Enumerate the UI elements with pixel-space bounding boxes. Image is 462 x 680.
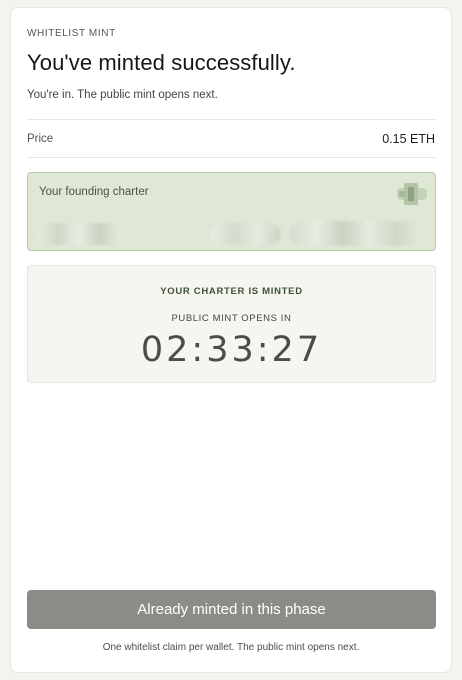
already-minted-button[interactable]: Already minted in this phase xyxy=(27,590,436,629)
charter-badge-icon xyxy=(397,183,427,205)
countdown-timer: 02:33:27 xyxy=(140,330,323,370)
price-value: 0.15 ETH xyxy=(382,132,435,146)
founding-charter-panel: Your founding charter xyxy=(27,172,436,251)
price-label: Price xyxy=(27,133,54,145)
mint-status-panel: YOUR CHARTER IS MINTED PUBLIC MINT OPENS… xyxy=(27,265,436,383)
page-subtitle: You're in. The public mint opens next. xyxy=(27,89,218,101)
charter-details-redacted xyxy=(28,219,435,247)
countdown-label: PUBLIC MINT OPENS IN xyxy=(171,313,292,324)
footnote: One whitelist claim per wallet. The publ… xyxy=(102,642,360,653)
mint-card: WHITELIST MINT You've minted successfull… xyxy=(10,7,452,673)
eyebrow-label: WHITELIST MINT xyxy=(27,28,116,39)
divider xyxy=(27,157,436,158)
status-heading: YOUR CHARTER IS MINTED xyxy=(160,286,303,297)
charter-label: Your founding charter xyxy=(39,186,149,198)
page-title: You've minted successfully. xyxy=(27,50,296,75)
divider xyxy=(27,119,436,120)
